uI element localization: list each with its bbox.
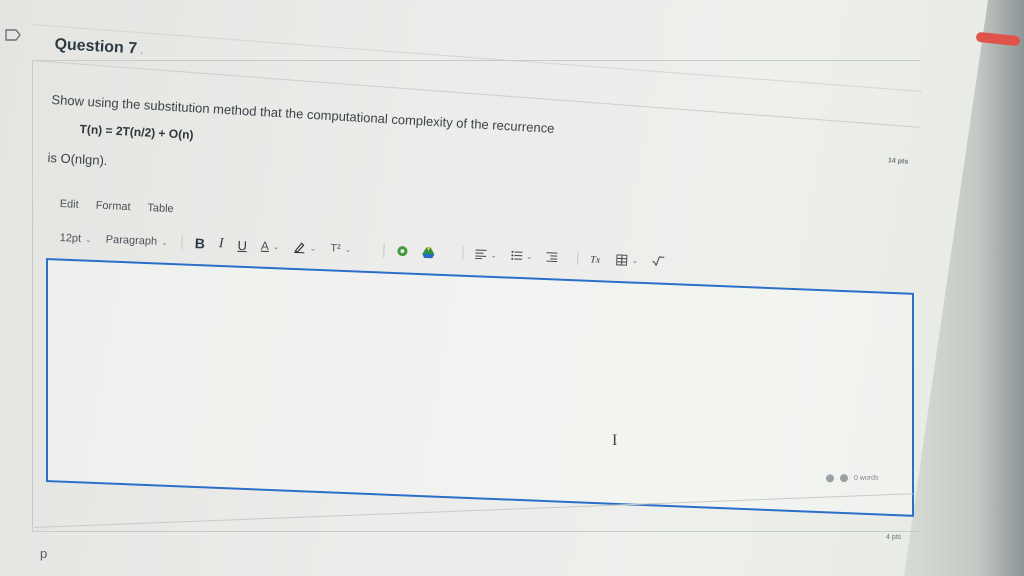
chevron-down-icon: ⌄ <box>631 255 639 265</box>
info-icon[interactable] <box>839 474 849 483</box>
toolbar-divider <box>577 250 579 265</box>
menu-format[interactable]: Format <box>95 200 130 214</box>
editor-statusbar: 0 words <box>825 474 879 483</box>
chevron-down-icon: ⌄ <box>160 237 168 247</box>
drive-icon <box>422 246 435 258</box>
clear-format-icon: Tx <box>590 254 601 263</box>
chevron-down-icon: ⌄ <box>84 234 92 244</box>
chevron-down-icon: ⌄ <box>309 243 317 253</box>
menu-edit[interactable]: Edit <box>59 198 78 211</box>
indent-icon <box>546 252 558 263</box>
highlight-button[interactable]: ⌄ <box>293 241 316 254</box>
apps-button[interactable] <box>396 245 408 257</box>
indent-button[interactable] <box>546 252 558 263</box>
flag-icon[interactable] <box>4 28 22 42</box>
italic-button[interactable]: I <box>219 236 224 252</box>
points-label: 14 pts <box>887 157 909 166</box>
word-count: 0 words <box>853 474 879 482</box>
menu-table[interactable]: Table <box>147 202 174 215</box>
chevron-down-icon: ⌄ <box>272 241 280 251</box>
next-question-points: 4 pts <box>886 534 902 541</box>
toolbar-divider <box>462 246 464 261</box>
chevron-down-icon: ⌄ <box>525 251 533 261</box>
square-root-icon <box>652 256 665 267</box>
bold-button[interactable]: B <box>194 235 205 251</box>
table-icon <box>616 253 628 266</box>
toolbar-divider <box>383 243 385 258</box>
text-color-label: A <box>260 238 270 254</box>
chevron-down-icon: ⌄ <box>344 244 352 254</box>
block-format-value: Paragraph <box>105 233 158 248</box>
equation-button[interactable] <box>652 256 665 267</box>
puzzle-icon <box>397 246 408 257</box>
font-size-value: 12pt <box>59 231 82 245</box>
list-button[interactable]: ⌄ <box>510 250 533 261</box>
complexity-statement: is O(nlgn). <box>47 150 108 169</box>
text-cursor-icon: I <box>612 432 618 449</box>
text-color-button[interactable]: A ⌄ <box>261 239 280 254</box>
bullet-list-icon <box>510 250 523 260</box>
highlighter-icon <box>294 242 305 254</box>
next-question-marker: p <box>40 546 48 561</box>
table-button[interactable]: ⌄ <box>616 253 639 266</box>
align-button[interactable]: ⌄ <box>475 249 497 260</box>
clear-format-button[interactable]: Tx <box>590 253 602 263</box>
underline-button[interactable]: U <box>237 237 247 252</box>
google-drive-button[interactable] <box>422 246 435 258</box>
svg-text:Tx: Tx <box>590 254 601 263</box>
accessibility-icon[interactable] <box>825 474 835 483</box>
screen: Question 7. Show using the substitution … <box>0 0 1024 576</box>
align-icon <box>475 249 487 260</box>
monitor-bezel <box>904 0 1024 576</box>
font-size-select[interactable]: 12pt ⌄ <box>59 232 92 245</box>
chevron-down-icon: ⌄ <box>490 250 498 260</box>
superscript-label: T² <box>330 242 341 255</box>
answer-editor[interactable] <box>46 258 914 517</box>
superscript-button[interactable]: T² ⌄ <box>330 242 352 255</box>
question-title-text: Question 7 <box>54 36 138 58</box>
toolbar-divider <box>181 235 184 250</box>
block-format-select[interactable]: Paragraph ⌄ <box>106 234 168 248</box>
